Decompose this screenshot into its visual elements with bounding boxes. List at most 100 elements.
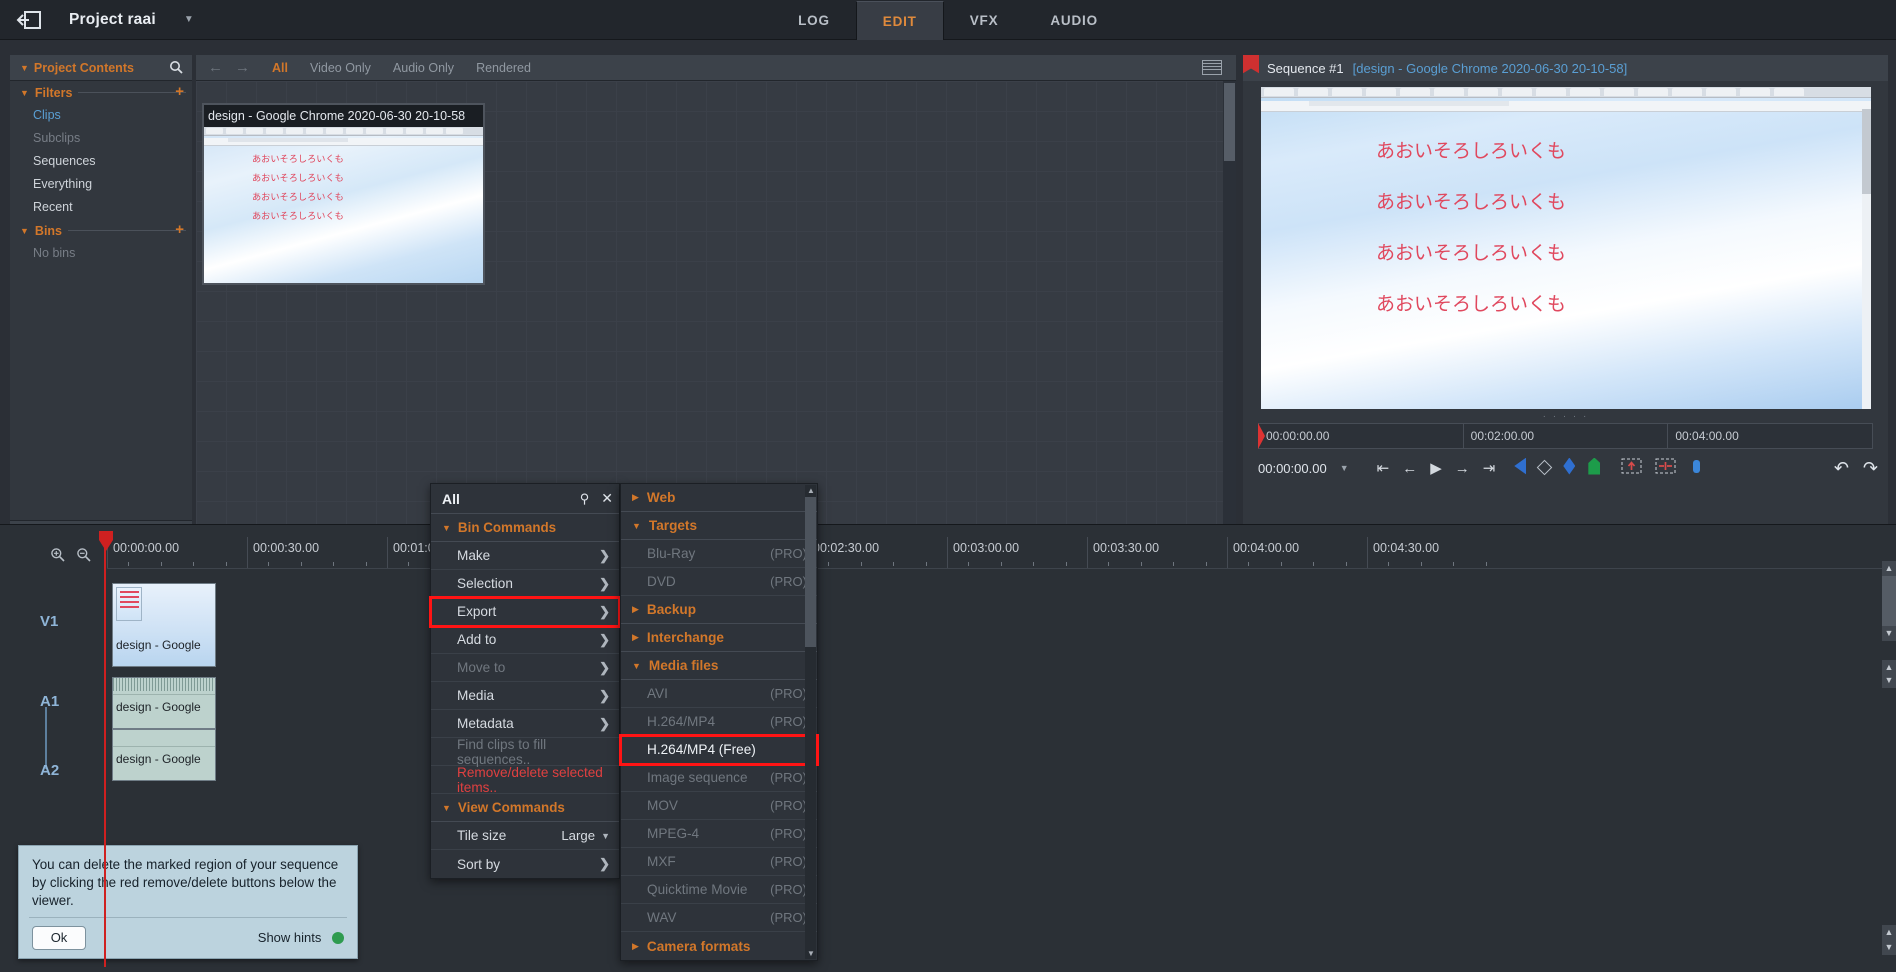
toggle-indicator-icon[interactable]: [332, 932, 344, 945]
filters-group-header[interactable]: ▼ Filters +: [10, 81, 192, 104]
zoom-out-icon[interactable]: [76, 547, 91, 565]
show-hints-toggle[interactable]: Show hints: [258, 930, 344, 945]
submenu-group-camera-formats[interactable]: ▶ Camera formats: [621, 932, 817, 960]
menu-group-view-commands[interactable]: ▼ View Commands: [431, 794, 619, 822]
scroll-up-icon[interactable]: ▲: [1882, 925, 1896, 940]
menu-item-label: Selection: [457, 576, 513, 591]
browser-scrollbar[interactable]: ▲ ▼: [1223, 81, 1236, 542]
grid-view-icon[interactable]: [1202, 60, 1222, 75]
menu-item-tile-size[interactable]: Tile size Large ▼: [431, 822, 619, 850]
timeline-scrollbar[interactable]: ▲ ▼: [1882, 561, 1896, 641]
sidebar-item-subclips[interactable]: Subclips: [10, 127, 192, 150]
hint-ok-button[interactable]: Ok: [32, 925, 86, 950]
chevron-right-icon: ▶: [632, 492, 639, 502]
back-icon[interactable]: ←: [208, 59, 223, 76]
menu-item-label: Find clips to fill sequences..: [457, 736, 547, 767]
browser-filter-all[interactable]: All: [272, 61, 288, 75]
tab-vfx[interactable]: VFX: [944, 1, 1025, 40]
tab-audio[interactable]: AUDIO: [1024, 1, 1124, 40]
pro-badge: (PRO): [770, 854, 807, 869]
timeline-scrollbar-bottom[interactable]: ▲ ▼: [1882, 925, 1896, 955]
scroll-up-icon[interactable]: ▲: [807, 486, 815, 495]
voiceover-icon[interactable]: [1693, 459, 1701, 477]
submenu-group-targets[interactable]: ▼ Targets: [621, 512, 817, 540]
pin-icon[interactable]: ⚲: [580, 491, 590, 507]
insert-to-timeline-icon[interactable]: [1621, 458, 1642, 478]
sidebar-item-everything[interactable]: Everything: [10, 173, 192, 196]
remove-delete-icon[interactable]: [1655, 458, 1676, 478]
submenu-item-label: MXF: [647, 854, 676, 869]
browser-filter-video-only[interactable]: Video Only: [310, 61, 371, 75]
current-timecode[interactable]: 00:00:00.00: [1258, 461, 1327, 476]
marker-green-icon[interactable]: [1588, 457, 1601, 479]
project-contents-header[interactable]: ▼ Project Contents: [10, 55, 192, 81]
chevron-down-icon: ▼: [442, 522, 451, 533]
marker-icon[interactable]: [1537, 459, 1553, 477]
menu-item-selection[interactable]: Selection ❯: [431, 570, 619, 598]
viewer-canvas[interactable]: あおいそろしろいくも あおいそろしろいくも あおいそろしろいくも あおいそろしろ…: [1261, 87, 1871, 409]
browser-filter-rendered[interactable]: Rendered: [476, 61, 531, 75]
menu-item-add-to[interactable]: Add to ❯: [431, 626, 619, 654]
scrollbar-thumb[interactable]: [1882, 576, 1896, 626]
close-icon[interactable]: ✕: [601, 490, 613, 507]
submenu-group-backup[interactable]: ▶ Backup: [621, 596, 817, 624]
viewer-timecode-ruler[interactable]: 00:00:00.00 00:02:00.00 00:04:00.00: [1258, 423, 1873, 449]
submenu-item-h264-mp4-pro: H.264/MP4 (PRO): [621, 708, 817, 736]
redo-icon[interactable]: ↷: [1863, 458, 1878, 479]
chevron-down-icon[interactable]: ▼: [601, 831, 610, 841]
scroll-down-icon[interactable]: ▼: [1882, 940, 1896, 955]
bins-group-header[interactable]: ▼ Bins +: [10, 219, 192, 242]
menu-group-bin-commands[interactable]: ▼ Bin Commands: [431, 514, 619, 542]
scrollbar-thumb[interactable]: [805, 497, 816, 647]
step-back-icon[interactable]: ←: [1402, 460, 1417, 477]
menu-item-export[interactable]: Export ❯: [429, 596, 621, 628]
timeline-clip-a2[interactable]: design - Google: [112, 729, 216, 781]
search-icon[interactable]: [169, 60, 183, 79]
add-filter-button[interactable]: +: [175, 83, 184, 100]
scroll-down-icon[interactable]: ▼: [1882, 626, 1896, 641]
mark-in-icon[interactable]: [1514, 457, 1527, 479]
submenu-item-h264-mp4-free[interactable]: H.264/MP4 (Free): [619, 734, 819, 766]
track-label-a1[interactable]: A1: [40, 693, 59, 710]
track-label-v1[interactable]: V1: [40, 613, 58, 630]
zoom-in-icon[interactable]: [50, 547, 65, 565]
submenu-scrollbar[interactable]: ▲ ▼: [805, 485, 816, 959]
timeline-clip-v1[interactable]: design - Google: [112, 583, 216, 667]
drag-handle[interactable]: · · · · ·: [1243, 411, 1888, 422]
submenu-group-web[interactable]: ▶ Web: [621, 484, 817, 512]
menu-item-remove-delete[interactable]: Remove/delete selected items..: [431, 765, 619, 795]
mark-out-icon[interactable]: [1563, 457, 1576, 479]
scroll-down-icon[interactable]: ▼: [1882, 673, 1896, 688]
go-to-end-icon[interactable]: ⇥: [1483, 459, 1496, 477]
scroll-up-icon[interactable]: ▲: [1882, 561, 1896, 576]
sidebar-item-sequences[interactable]: Sequences: [10, 150, 192, 173]
submenu-item-image-sequence: Image sequence (PRO): [621, 764, 817, 792]
clip-thumbnail-card[interactable]: design - Google Chrome 2020-06-30 20-10-…: [202, 103, 485, 285]
tab-log[interactable]: LOG: [772, 1, 856, 40]
browser-filter-audio-only[interactable]: Audio Only: [393, 61, 454, 75]
menu-item-make[interactable]: Make ❯: [431, 542, 619, 570]
scroll-down-icon[interactable]: ▼: [807, 949, 815, 958]
menu-item-sort-by[interactable]: Sort by ❯: [431, 850, 619, 878]
submenu-group-media-files[interactable]: ▼ Media files: [621, 652, 817, 680]
timeline-playhead[interactable]: [104, 531, 106, 967]
sidebar-item-recent[interactable]: Recent: [10, 196, 192, 219]
timecode-dropdown-caret[interactable]: ▼: [1340, 463, 1349, 473]
menu-item-metadata[interactable]: Metadata ❯: [431, 710, 619, 738]
submenu-arrow-icon: ❯: [599, 575, 610, 591]
menu-item-media[interactable]: Media ❯: [431, 682, 619, 710]
forward-icon[interactable]: →: [235, 59, 250, 76]
add-bin-button[interactable]: +: [175, 221, 184, 238]
undo-icon[interactable]: ↶: [1834, 458, 1849, 479]
tab-edit[interactable]: EDIT: [855, 1, 944, 40]
step-forward-icon[interactable]: →: [1455, 460, 1470, 477]
sidebar-item-clips[interactable]: Clips: [10, 104, 192, 127]
submenu-group-interchange[interactable]: ▶ Interchange: [621, 624, 817, 652]
scrollbar-thumb[interactable]: [1224, 83, 1235, 161]
timeline-ruler[interactable]: 00:00:00.00 00:00:30.00 00:01:00.00 00:0…: [107, 537, 1896, 569]
track-label-a2[interactable]: A2: [40, 762, 59, 779]
timeline-scrollbar-lower[interactable]: ▲ ▼: [1882, 660, 1896, 688]
timeline-clip-a1[interactable]: design - Google: [112, 677, 216, 729]
go-to-start-icon[interactable]: ⇤: [1377, 459, 1390, 477]
play-icon[interactable]: ▶: [1430, 459, 1442, 477]
